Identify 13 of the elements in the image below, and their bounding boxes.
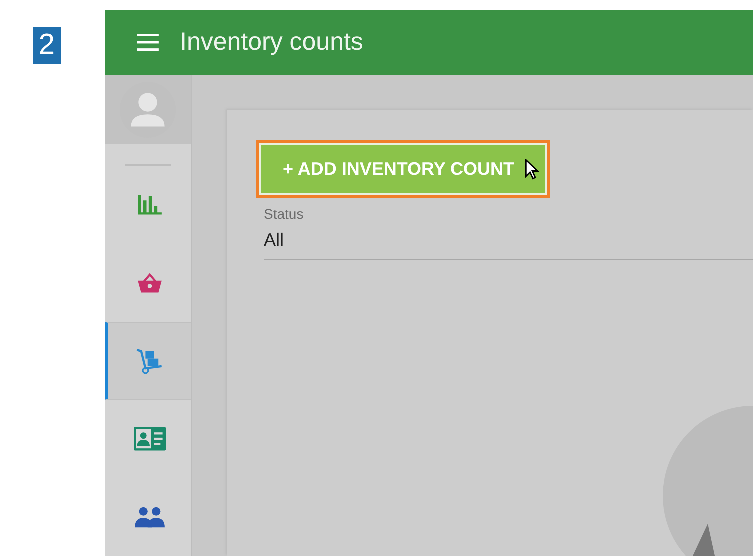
page-title: Inventory counts	[180, 28, 364, 57]
mouse-cursor-icon	[524, 158, 539, 180]
status-select[interactable]: Status All	[264, 206, 753, 260]
menu-icon[interactable]	[137, 34, 159, 51]
hand-truck-icon	[136, 348, 164, 374]
basket-icon	[136, 272, 162, 294]
id-card-icon	[134, 427, 166, 451]
bar-chart-icon	[136, 194, 162, 216]
status-label: Status	[264, 206, 305, 222]
sidebar-item[interactable]	[105, 322, 191, 400]
status-value: All	[264, 230, 286, 251]
people-icon	[134, 506, 166, 528]
step-badge: 2	[33, 27, 61, 64]
